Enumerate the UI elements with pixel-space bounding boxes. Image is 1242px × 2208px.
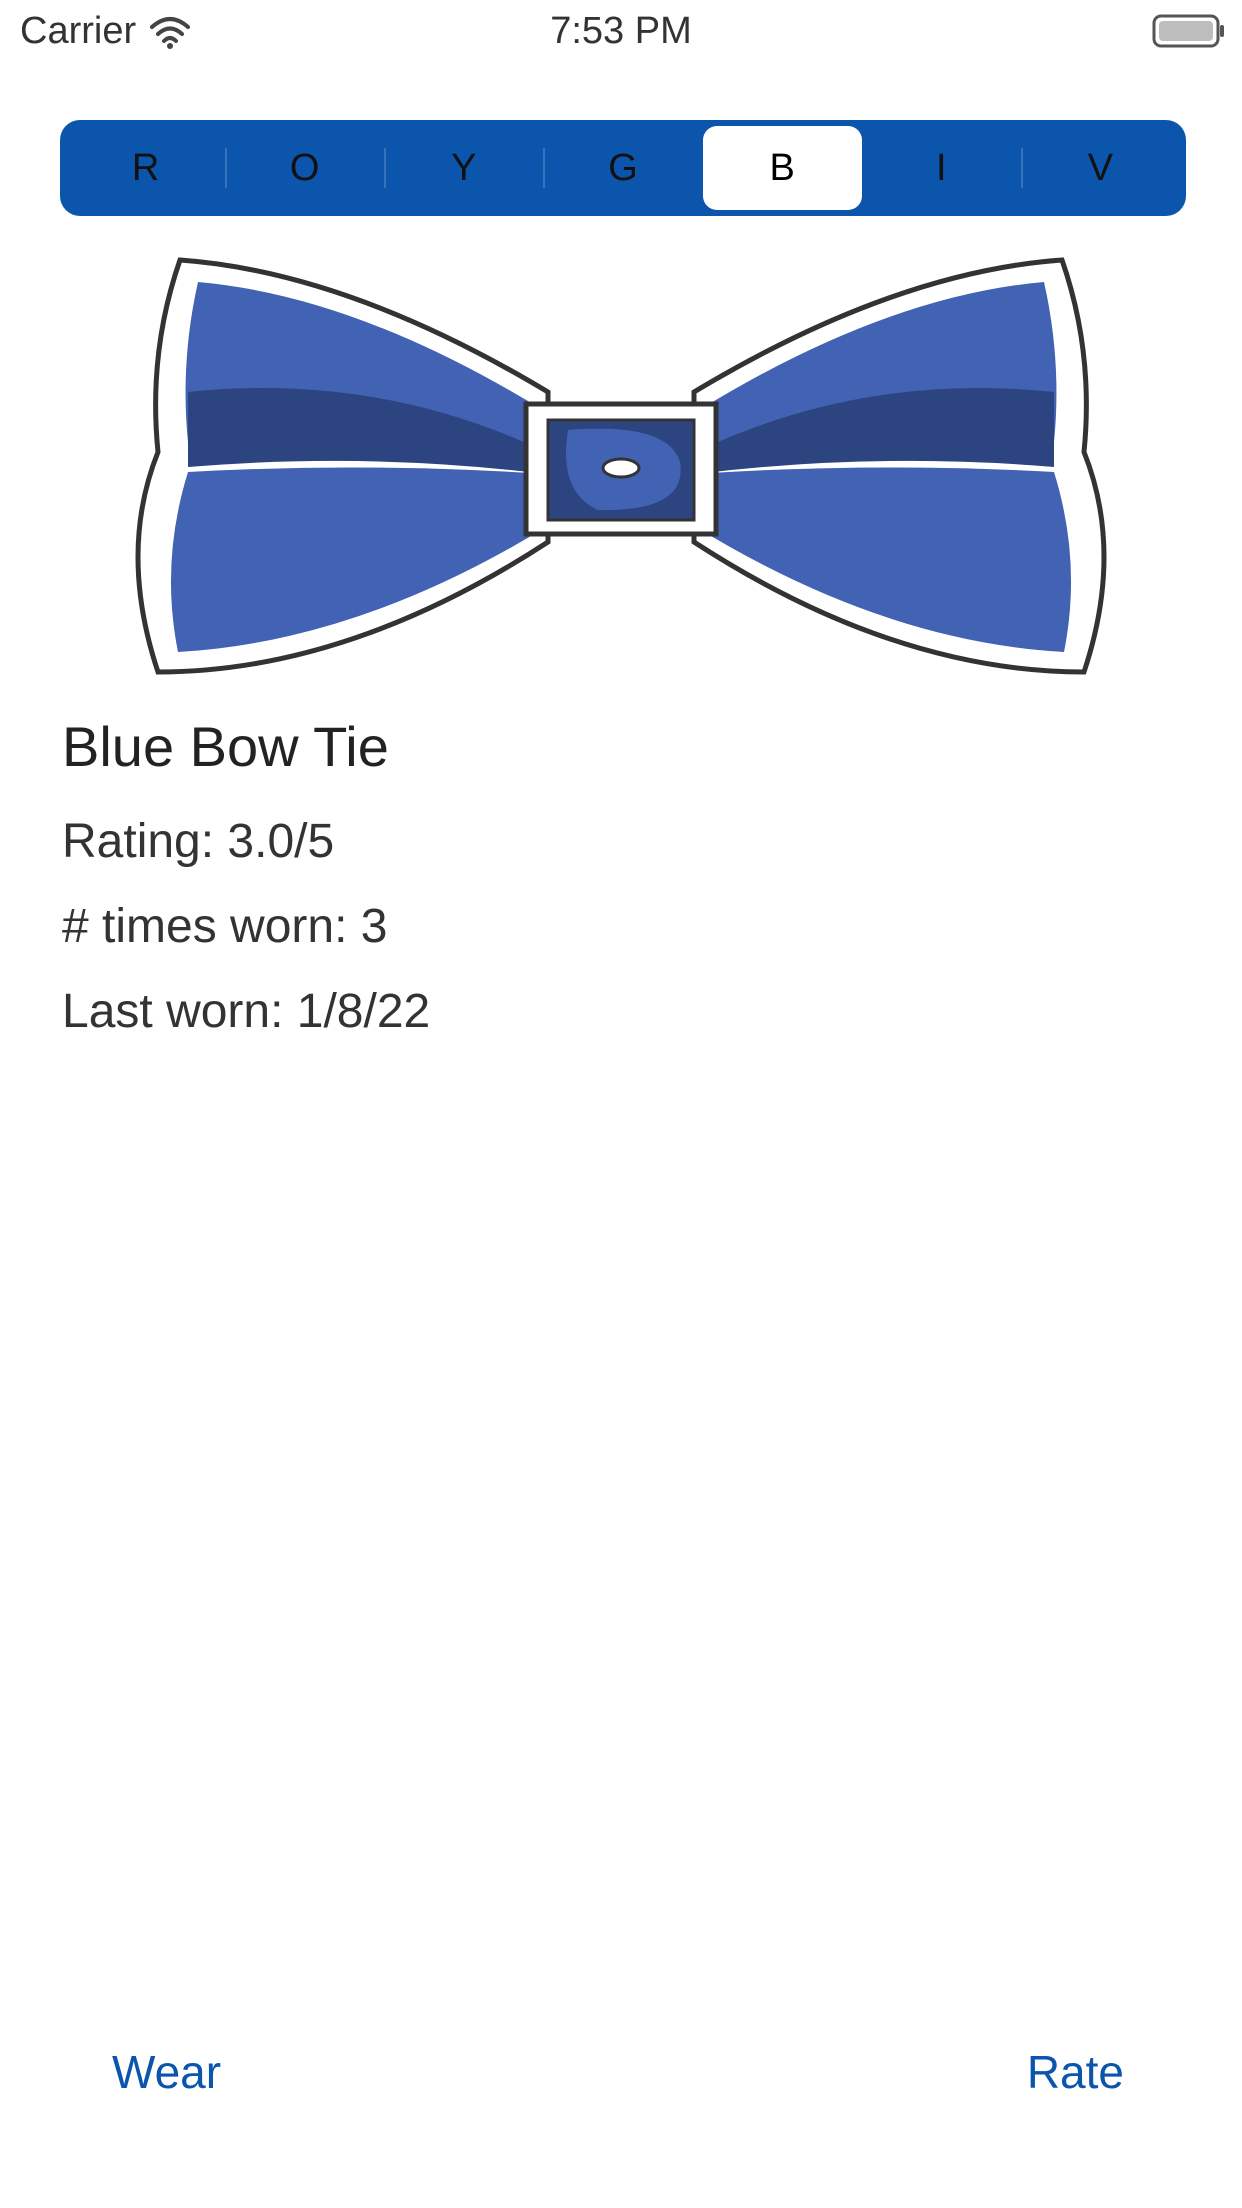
status-time: 7:53 PM (550, 10, 692, 52)
rating-label: Rating: 3.0/5 (62, 815, 335, 868)
segment-label: V (1087, 146, 1114, 189)
segment-o[interactable]: O (225, 126, 384, 210)
item-details: Blue Bow Tie Rating: 3.0/5 # times worn:… (62, 712, 430, 1067)
segment-y[interactable]: Y (384, 126, 543, 210)
segment-label: B (769, 146, 795, 189)
status-bar: Carrier 7:53 PM (0, 0, 1242, 64)
times-worn-label: # times worn: 3 (62, 900, 388, 953)
last-worn-label: Last worn: 1/8/22 (62, 985, 431, 1038)
wear-button[interactable]: Wear (112, 2045, 221, 2099)
bow-tie-image (135, 257, 1107, 675)
item-detail-screen: Carrier 7:53 PM R O Y G B I V Blue Bow T… (0, 0, 1242, 2208)
color-segmented-control: R O Y G B I V (60, 120, 1186, 216)
segment-label: Y (451, 146, 477, 189)
item-title: Blue Bow Tie (62, 715, 389, 778)
segment-v[interactable]: V (1020, 126, 1180, 210)
segment-label: R (131, 146, 160, 189)
segment-label: I (935, 146, 947, 189)
segment-label: O (289, 146, 320, 189)
segment-r[interactable]: R (66, 126, 225, 210)
battery-icon (1152, 14, 1224, 48)
rate-button[interactable]: Rate (1027, 2045, 1124, 2099)
segment-g[interactable]: G (543, 126, 702, 210)
segment-b[interactable]: B (702, 126, 862, 210)
segment-i[interactable]: I (862, 126, 1021, 210)
segment-label: G (608, 146, 638, 189)
